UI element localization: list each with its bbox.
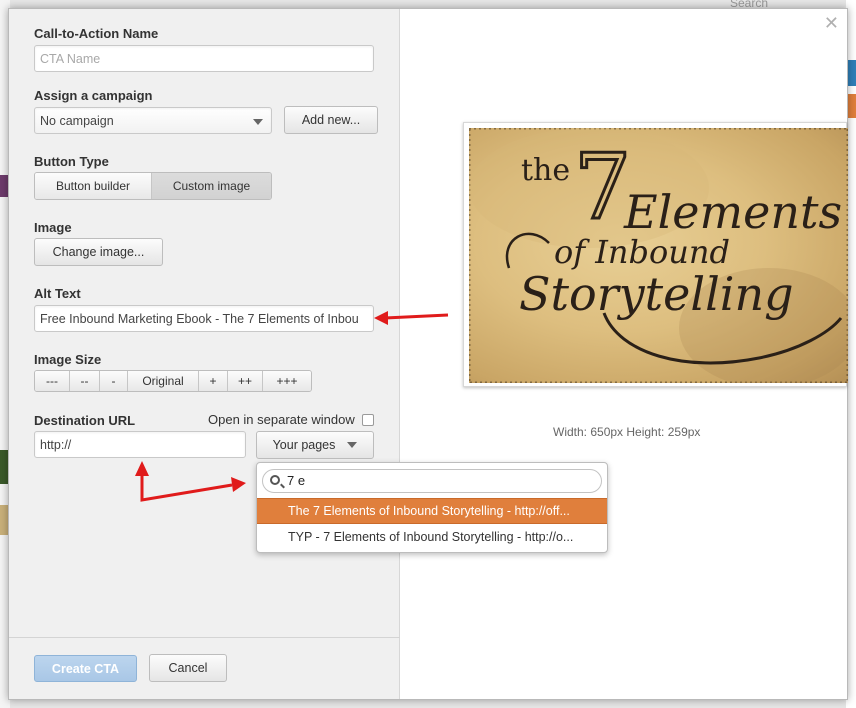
annotation-arrows [135,311,449,502]
alt-text-arrow-head [374,311,388,325]
url-arrow-head-up [135,461,149,476]
url-arrow-line [140,474,233,502]
alt-text-arrow-line [384,313,449,320]
url-arrow-head-right [231,477,246,492]
